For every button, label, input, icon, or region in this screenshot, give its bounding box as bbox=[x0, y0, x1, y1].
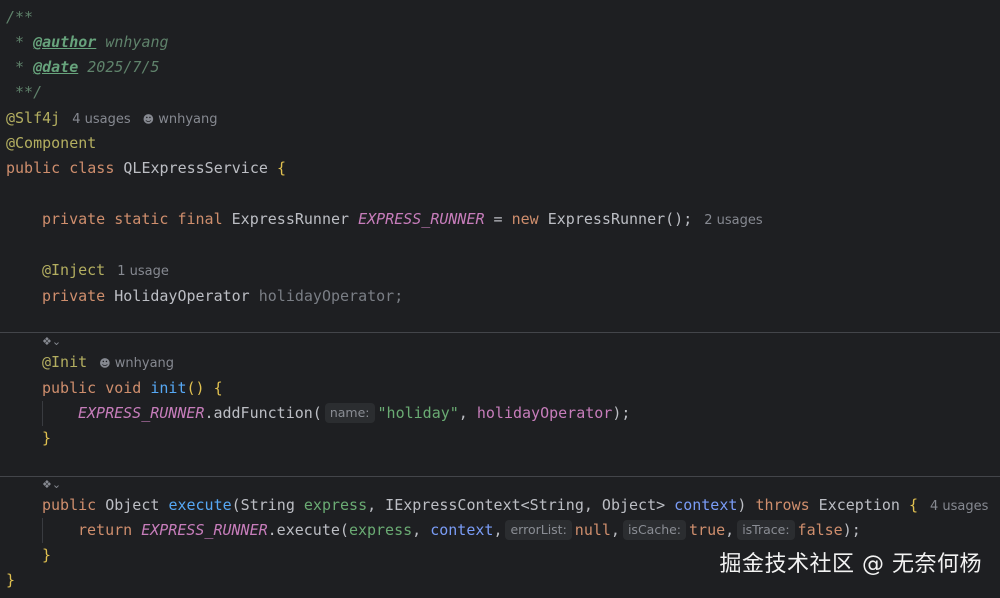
init-signature: public void init() { bbox=[42, 376, 223, 401]
arg-holiday-operator[interactable]: holidayOperator bbox=[477, 404, 612, 422]
class-open-brace: { bbox=[276, 159, 286, 177]
init-author-name: wnhyang bbox=[114, 356, 175, 371]
code-editor[interactable]: /** * @author wnhyang * @date 2025/7/5 *… bbox=[0, 0, 1000, 598]
param1-type: (String bbox=[231, 496, 304, 514]
init-annotation-line: @Init ☻ wnhyang bbox=[42, 350, 174, 375]
field-modifiers: private static final bbox=[42, 210, 223, 228]
method-marker-icon[interactable]: ❖⌄ bbox=[42, 478, 61, 494]
init-author-hint[interactable]: ☻ wnhyang bbox=[99, 356, 174, 371]
add-function-name[interactable]: .addFunction( bbox=[204, 404, 321, 422]
field-type[interactable]: ExpressRunner bbox=[232, 210, 349, 228]
execute-call[interactable]: .execute( bbox=[268, 521, 349, 539]
value-true: true bbox=[689, 521, 726, 539]
execute-return-type[interactable]: Object bbox=[96, 496, 168, 514]
date-tag[interactable]: @date bbox=[33, 58, 78, 76]
usages-hint[interactable]: 4 usages bbox=[72, 112, 130, 127]
field-name[interactable]: EXPRESS_RUNNER bbox=[358, 210, 484, 228]
kw-return: return bbox=[78, 521, 133, 539]
kw-public: public bbox=[6, 159, 61, 177]
execute-open-brace: { bbox=[908, 496, 919, 514]
slf4j-annotation[interactable]: @Slf4j bbox=[6, 109, 60, 127]
param-express[interactable]: express bbox=[304, 496, 367, 514]
slf4j-line: @Slf4j 4 usages ☻ wnhyang bbox=[6, 106, 217, 131]
holiday-field: private HolidayOperator holidayOperator; bbox=[42, 284, 403, 309]
arg-context[interactable]: context bbox=[430, 521, 493, 539]
author-tag[interactable]: @author bbox=[33, 33, 96, 51]
execute-public: public bbox=[42, 496, 97, 514]
init-annotation[interactable]: @Init bbox=[42, 353, 87, 371]
param2-type: , IExpressContext<String, Object> bbox=[367, 496, 675, 514]
execute-close-brace: } bbox=[42, 546, 52, 564]
indent-guide bbox=[42, 401, 43, 426]
value-null: null bbox=[574, 521, 611, 539]
class-declaration: public class QLExpressService { bbox=[6, 156, 286, 181]
assign: = bbox=[484, 210, 512, 228]
class-close-brace: } bbox=[6, 571, 16, 589]
init-close-brace: } bbox=[42, 429, 52, 447]
inject-annotation[interactable]: @Inject bbox=[42, 261, 105, 279]
arg-comma: , bbox=[458, 404, 477, 422]
init-method-name[interactable]: init bbox=[150, 379, 186, 397]
param-context[interactable]: context bbox=[674, 496, 737, 514]
value-false: false bbox=[797, 521, 843, 539]
runner-usages-hint[interactable]: 2 usages bbox=[704, 213, 762, 228]
param-hint-name: name: bbox=[324, 402, 375, 423]
execute-signature: public Object execute(String express, IE… bbox=[42, 493, 988, 518]
kw-throws: throws bbox=[755, 496, 810, 514]
call-close: ); bbox=[612, 404, 631, 422]
arg-holiday-string: "holiday" bbox=[377, 404, 459, 422]
class-name[interactable]: QLExpressService bbox=[123, 159, 268, 177]
watermark: 掘金技术社区 @ 无奈何杨 bbox=[719, 552, 982, 577]
author-value: wnhyang bbox=[96, 33, 169, 51]
param-hint-errorlist: errorList: bbox=[505, 519, 572, 540]
init-sig-rest: () { bbox=[186, 379, 223, 397]
kw-class: class bbox=[69, 159, 115, 177]
doc-close: **/ bbox=[6, 83, 43, 101]
exception-type[interactable]: Exception bbox=[810, 496, 909, 514]
return-statement: return EXPRESS_RUNNER.execute(express, c… bbox=[78, 519, 861, 540]
param-hint-istrace: isTrace: bbox=[737, 519, 795, 540]
method-separator bbox=[0, 476, 1000, 477]
date-value: 2025/7/5 bbox=[78, 58, 160, 76]
doc-author-line: * @author wnhyang bbox=[6, 33, 169, 51]
holiday-modifier: private bbox=[42, 287, 106, 305]
author-hint-name: wnhyang bbox=[158, 112, 218, 127]
inject-annotation-line: @Inject 1 usage bbox=[42, 258, 169, 283]
init-modifiers: public void bbox=[42, 379, 142, 397]
doc-date-line: * @date 2025/7/5 bbox=[6, 58, 160, 76]
holiday-semi: ; bbox=[394, 287, 404, 305]
component-annotation[interactable]: @Component bbox=[6, 131, 96, 156]
close-paren: ) bbox=[737, 496, 747, 514]
return-close: ); bbox=[842, 521, 861, 539]
holiday-name[interactable]: holidayOperator bbox=[259, 287, 394, 305]
author-hint[interactable]: ☻ wnhyang bbox=[143, 112, 218, 127]
user-icon: ☻ bbox=[142, 113, 155, 126]
doc-open: /** bbox=[6, 8, 34, 26]
param-hint-iscache: isCache: bbox=[622, 519, 687, 540]
indent-guide bbox=[42, 518, 43, 543]
method-separator bbox=[0, 332, 1000, 333]
arg-express[interactable]: express bbox=[349, 521, 412, 539]
user-icon: ☻ bbox=[99, 357, 111, 370]
runner-ref[interactable]: EXPRESS_RUNNER bbox=[141, 521, 267, 539]
add-function-call: EXPRESS_RUNNER.addFunction(name: "holiday… bbox=[78, 401, 630, 426]
execute-method-name[interactable]: execute bbox=[168, 496, 231, 514]
runner-ref[interactable]: EXPRESS_RUNNER bbox=[78, 404, 204, 422]
holiday-type[interactable]: HolidayOperator bbox=[114, 287, 249, 305]
kw-new: new bbox=[511, 210, 539, 228]
runner-field: private static final ExpressRunner EXPRE… bbox=[42, 207, 763, 232]
method-marker-icon[interactable]: ❖⌄ bbox=[42, 335, 61, 351]
ctor-call[interactable]: ExpressRunner(); bbox=[539, 210, 693, 228]
execute-usages-hint[interactable]: 4 usages bbox=[930, 499, 988, 514]
inject-usages-hint[interactable]: 1 usage bbox=[117, 264, 169, 279]
